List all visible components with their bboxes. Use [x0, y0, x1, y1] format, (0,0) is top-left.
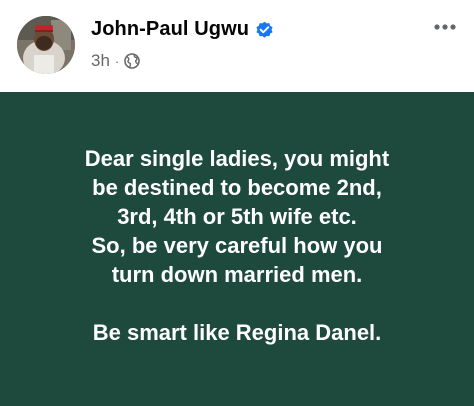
facebook-post: John-Paul Ugwu 3h · Dear single ladies, … [0, 0, 474, 406]
post-background-content: Dear single ladies, you might be destine… [0, 92, 474, 406]
post-text-line: Dear single ladies, you might [84, 146, 390, 171]
globe-icon[interactable] [124, 53, 141, 69]
author-name[interactable]: John-Paul Ugwu [91, 18, 249, 41]
post-header: John-Paul Ugwu 3h · [0, 0, 474, 92]
post-text-line: 3rd, 4th or 5th wife etc. [117, 204, 357, 229]
post-text-line: be destined to become 2nd, [92, 175, 382, 200]
author-avatar[interactable] [17, 16, 75, 74]
more-options-icon[interactable] [428, 14, 462, 40]
post-text: Dear single ladies, you might be destine… [18, 144, 456, 347]
meta-separator: · [114, 53, 120, 69]
post-text-line: So, be very careful how you [91, 233, 383, 258]
post-text-line: turn down married men. [111, 262, 363, 287]
post-timestamp[interactable]: 3h [91, 51, 110, 71]
verified-badge-icon [255, 20, 274, 39]
author-line: John-Paul Ugwu [91, 16, 274, 42]
post-meta: 3h · [91, 50, 141, 72]
avatar-image [17, 16, 75, 74]
post-text-closing-line: Be smart like Regina Danel. [92, 320, 382, 345]
